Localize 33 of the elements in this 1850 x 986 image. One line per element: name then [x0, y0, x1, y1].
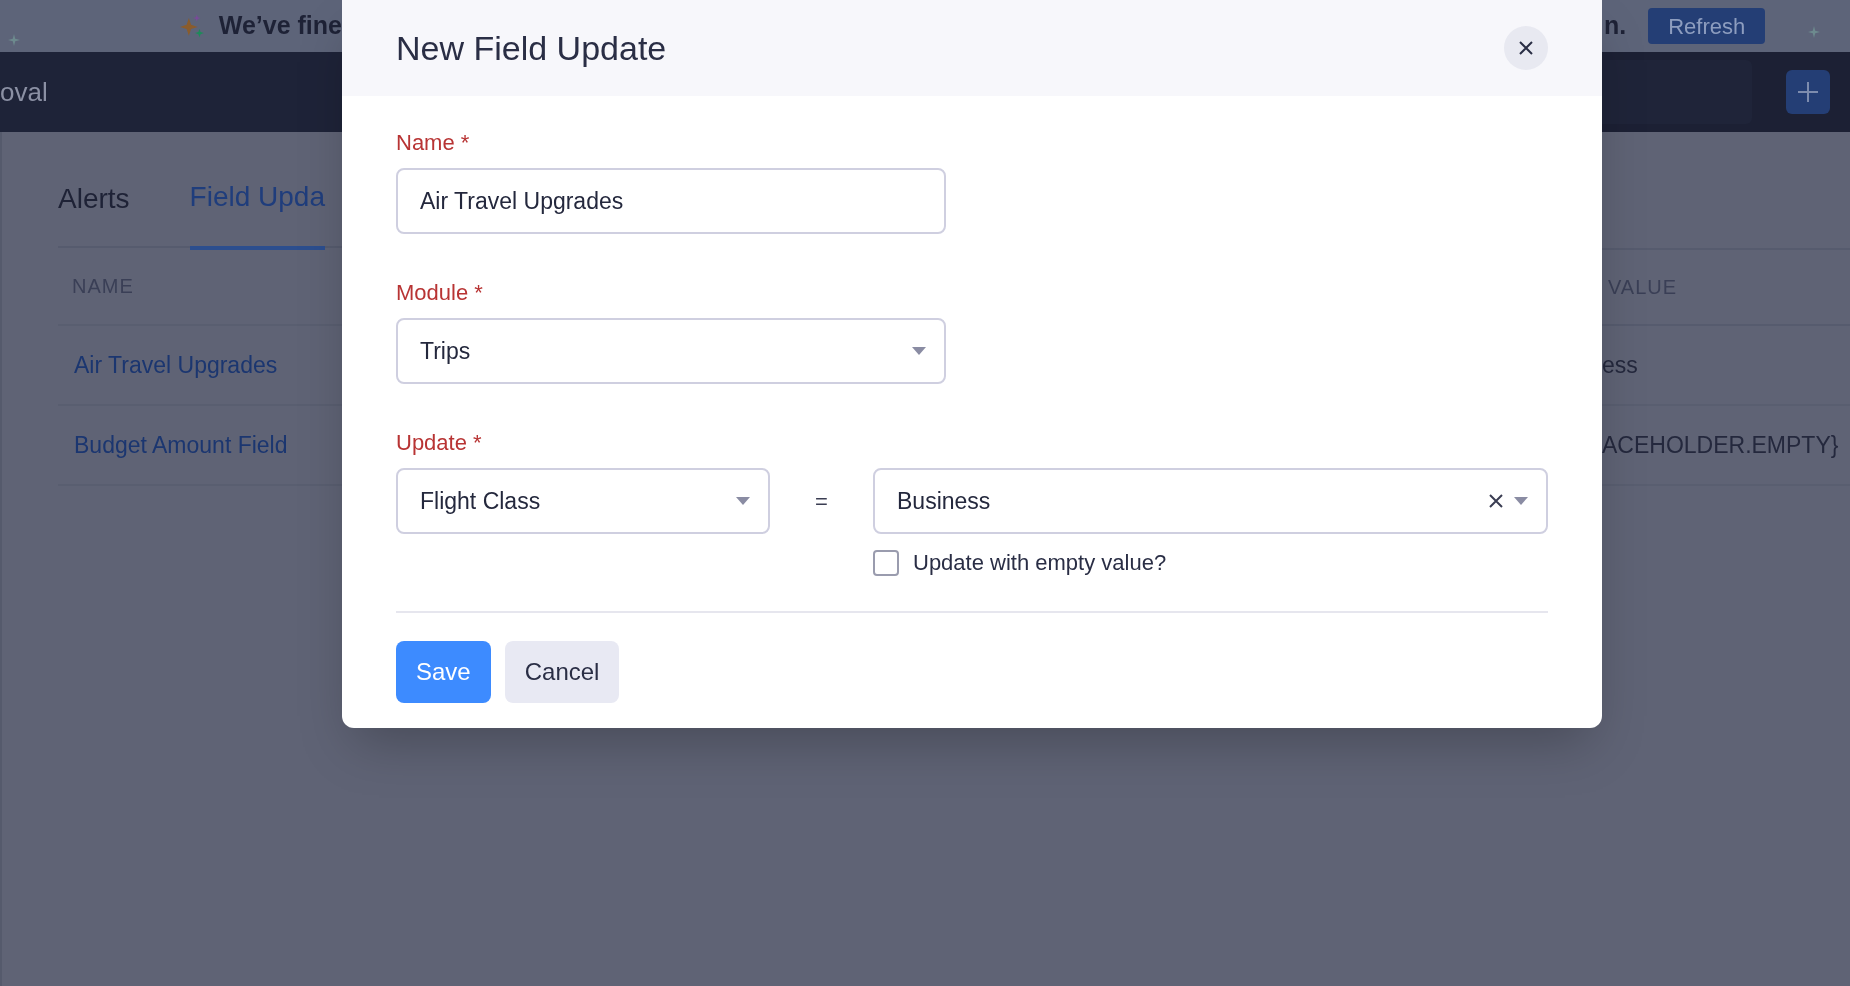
caret-icon — [912, 347, 926, 355]
dropdown-field[interactable]: Flight Class — [396, 468, 770, 534]
row-name-link[interactable]: Budget Amount Field — [74, 427, 288, 463]
close-button[interactable] — [1504, 26, 1548, 70]
name-input[interactable]: Air Travel Upgrades — [396, 168, 946, 234]
banner-message: n. — [1604, 10, 1627, 42]
row-name-link[interactable]: Air Travel Upgrades — [74, 347, 278, 383]
banner-message: We’ve fine — [218, 10, 342, 42]
equals-sign: = — [814, 487, 829, 516]
dialog-title: New Field Update — [396, 27, 668, 69]
close-icon — [1518, 40, 1534, 56]
field-label: Module * — [396, 279, 484, 304]
checkbox[interactable] — [873, 549, 899, 576]
dropdown-field[interactable]: Trips — [396, 318, 946, 384]
table-cell-text: ACEHOLDER.EMPTY} — [1602, 430, 1839, 460]
dropdown-field[interactable]: Business — [873, 468, 1548, 534]
sparkle-icon — [8, 34, 20, 46]
cancel-button[interactable]: Cancel — [504, 641, 620, 703]
refresh-button[interactable]: Refresh — [1648, 8, 1766, 44]
clear-icon[interactable] — [1488, 493, 1504, 509]
caret-icon — [736, 497, 750, 505]
caret-icon — [1514, 497, 1528, 505]
plus-icon — [1797, 81, 1819, 103]
tab[interactable]: Alerts — [58, 174, 130, 250]
add-button[interactable] — [1786, 70, 1830, 114]
table-cell-text: ess — [1602, 350, 1638, 380]
sparkle-icon — [1808, 26, 1820, 38]
sparkles-icon — [180, 13, 205, 39]
field-label: Update * — [396, 429, 483, 454]
nav-title: oval — [0, 75, 48, 109]
checkbox-label: Update with empty value? — [913, 549, 1167, 577]
field-label: Name * — [396, 129, 471, 154]
save-button[interactable]: Save — [396, 641, 491, 703]
